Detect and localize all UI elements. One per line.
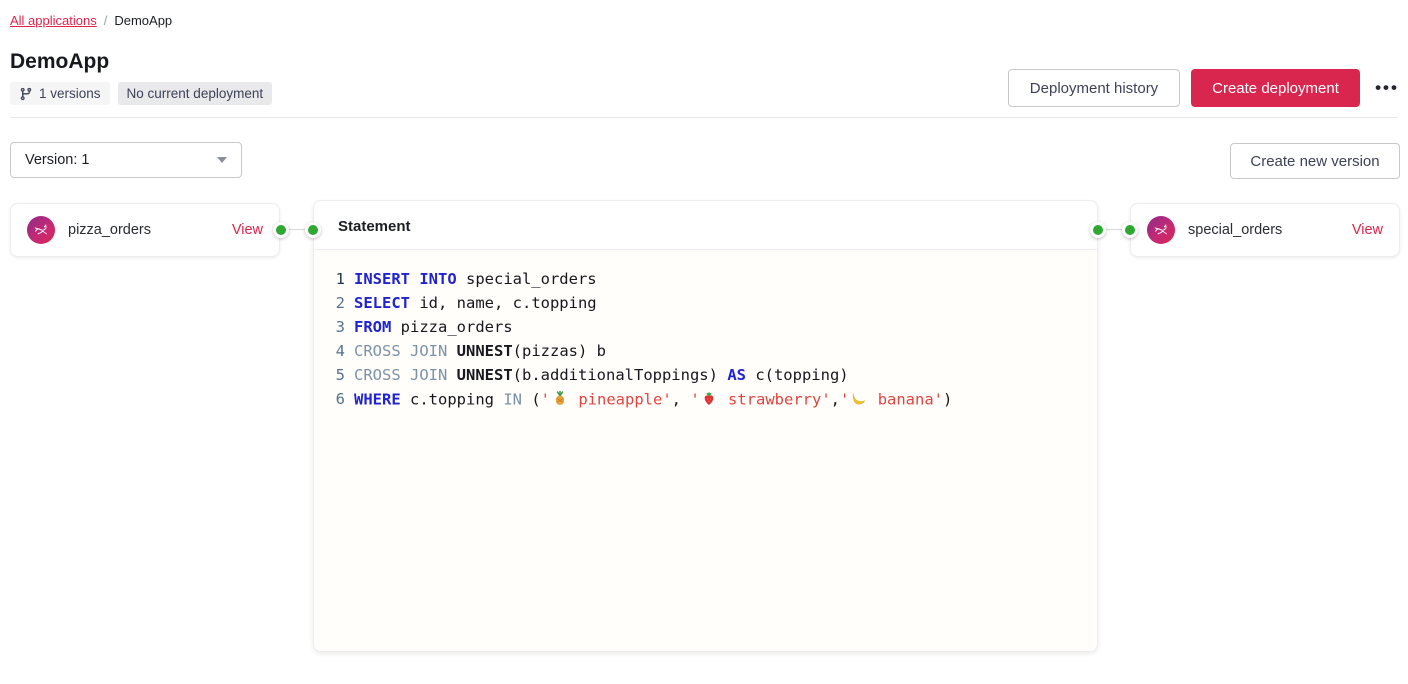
create-deployment-button[interactable]: Create deployment: [1191, 69, 1360, 107]
token-plain: [447, 366, 456, 384]
breadcrumb-separator: /: [104, 13, 108, 28]
token-plain: (: [522, 390, 541, 408]
token-str: pineapple': [569, 390, 672, 408]
token-str: strawberry': [719, 390, 831, 408]
deployment-status-badge: No current deployment: [118, 82, 273, 105]
banana-icon: [849, 390, 868, 407]
code-line: 1 INSERT INTO special_orders: [332, 267, 1097, 291]
ellipsis-icon: •••: [1375, 78, 1399, 97]
token-str: ': [541, 390, 550, 408]
code-lines: 1 INSERT INTO special_orders 2 SELECT id, n…: [332, 267, 1097, 411]
page-title: DemoApp: [10, 50, 109, 74]
code-line: 4 CROSS JOIN UNNEST(pizzas) b: [332, 339, 1097, 363]
token-plain: c.topping: [401, 390, 504, 408]
breadcrumb: All applications / DemoApp: [10, 13, 172, 28]
token-op: IN: [503, 390, 522, 408]
more-options-button[interactable]: •••: [1371, 74, 1403, 102]
aiven-crab-icon: [27, 216, 55, 244]
token-plain: ,: [672, 390, 691, 408]
token-plain: (pizzas) b: [513, 342, 606, 360]
connector-dot-target-in: [1122, 222, 1138, 238]
pineapple-icon: [550, 390, 569, 407]
header-divider: [10, 117, 1398, 118]
line-number: 4: [332, 342, 345, 360]
target-view-link[interactable]: View: [1352, 222, 1383, 238]
versions-badge-label: 1 versions: [39, 86, 101, 101]
version-select[interactable]: Version: 1: [10, 142, 242, 178]
token-fn: UNNEST: [457, 366, 513, 384]
sql-code-editor[interactable]: 1 INSERT INTO special_orders 2 SELECT id, n…: [314, 250, 1097, 651]
aiven-crab-icon: [1147, 216, 1175, 244]
line-number: 3: [332, 318, 345, 336]
create-new-version-button[interactable]: Create new version: [1230, 143, 1400, 179]
token-fn: UNNEST: [457, 342, 513, 360]
version-select-value: Version: 1: [25, 152, 90, 168]
code-line: 2 SELECT id, name, c.topping: [332, 291, 1097, 315]
token-plain: id, name, c.topping: [410, 294, 597, 312]
token-kw: INSERT INTO: [354, 270, 457, 288]
token-kw: WHERE: [354, 390, 401, 408]
token-str: ': [840, 390, 849, 408]
target-node-special-orders[interactable]: special_orders View: [1130, 203, 1400, 257]
line-number: 2: [332, 294, 345, 312]
token-str: ': [690, 390, 699, 408]
target-node-label: special_orders: [1188, 222, 1282, 238]
line-number: 5: [332, 366, 345, 384]
token-str: banana': [868, 390, 943, 408]
code-line: 6WHERE c.topping IN (' pineapple', ' str…: [332, 387, 1097, 411]
token-plain: (b.additionalToppings): [513, 366, 728, 384]
versions-badge: 1 versions: [10, 82, 110, 105]
line-number: 6: [332, 390, 345, 408]
token-plain: special_orders: [457, 270, 597, 288]
header-badges: 1 versions No current deployment: [10, 82, 272, 105]
token-op: CROSS JOIN: [354, 342, 447, 360]
token-kw: SELECT: [354, 294, 410, 312]
token-kw: AS: [727, 366, 746, 384]
token-plain: ,: [831, 390, 840, 408]
git-branch-icon: [19, 87, 33, 101]
chevron-down-icon: [217, 157, 227, 163]
token-plain: [447, 342, 456, 360]
connector-dot-statement-out: [1090, 222, 1106, 238]
code-line: 3 FROM pizza_orders: [332, 315, 1097, 339]
connector-dot-statement-in: [305, 222, 321, 238]
token-plain: ): [943, 390, 952, 408]
code-line: 5 CROSS JOIN UNNEST(b.additionalToppings)…: [332, 363, 1097, 387]
deployment-history-button[interactable]: Deployment history: [1008, 69, 1180, 107]
source-node-pizza-orders[interactable]: pizza_orders View: [10, 203, 280, 257]
connector-dot-source-out: [273, 222, 289, 238]
token-kw: FROM: [354, 318, 391, 336]
source-node-label: pizza_orders: [68, 222, 151, 238]
statement-panel: Statement 1 INSERT INTO special_orders 2 SE…: [313, 200, 1098, 652]
breadcrumb-current: DemoApp: [114, 13, 172, 28]
token-plain: c(topping): [746, 366, 849, 384]
token-plain: pizza_orders: [391, 318, 512, 336]
token-op: CROSS JOIN: [354, 366, 447, 384]
statement-panel-title: Statement: [314, 201, 1097, 250]
strawberry-icon: [700, 390, 719, 407]
line-number: 1: [332, 270, 345, 288]
breadcrumb-link-all-applications[interactable]: All applications: [10, 13, 97, 28]
source-view-link[interactable]: View: [232, 222, 263, 238]
